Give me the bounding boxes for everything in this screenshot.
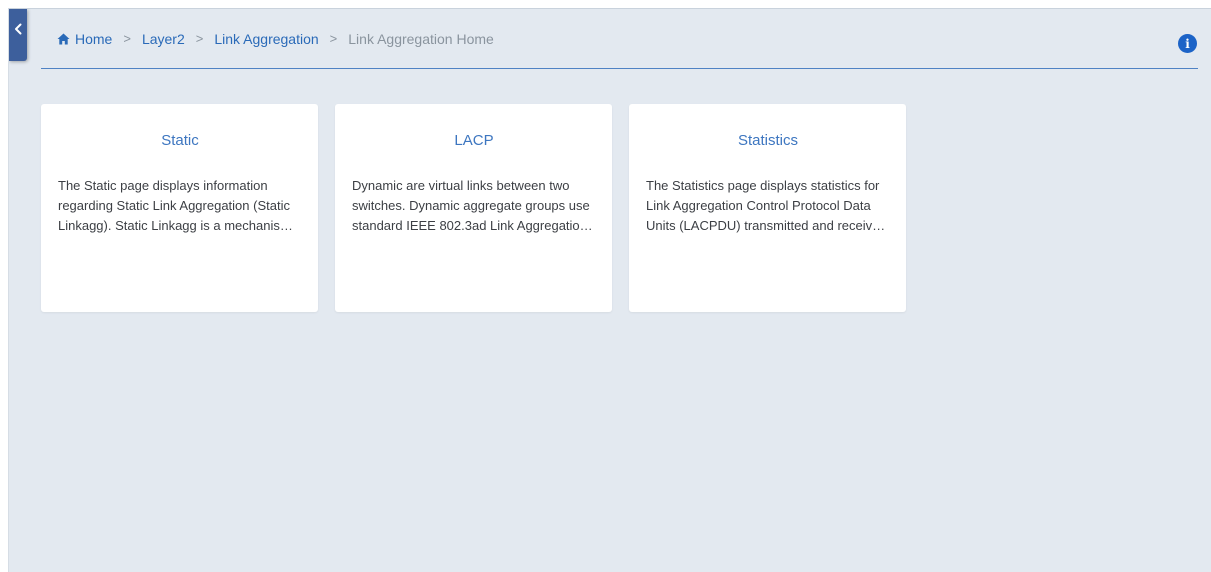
breadcrumb-separator: > bbox=[123, 31, 131, 46]
card-description: The Static page displays information reg… bbox=[58, 178, 291, 233]
card-title: Static bbox=[161, 132, 199, 149]
breadcrumb-item-home[interactable]: Home bbox=[75, 31, 112, 47]
card-grid: Static The Static page displays informat… bbox=[41, 104, 906, 312]
info-icon[interactable]: i bbox=[1178, 34, 1197, 53]
breadcrumb-item-layer2[interactable]: Layer2 bbox=[142, 31, 185, 47]
breadcrumb-bar: Home > Layer2 > Link Aggregation > Link … bbox=[41, 9, 1198, 69]
card-static[interactable]: Static The Static page displays informat… bbox=[41, 104, 318, 312]
breadcrumb-item-link-aggregation[interactable]: Link Aggregation bbox=[214, 31, 318, 47]
breadcrumb-separator: > bbox=[329, 31, 338, 46]
card-statistics[interactable]: Statistics The Statistics page displays … bbox=[629, 104, 906, 312]
sidebar-collapse-button[interactable] bbox=[9, 9, 27, 61]
info-glyph: i bbox=[1185, 36, 1190, 51]
breadcrumb-item-current: Link Aggregation Home bbox=[348, 30, 494, 47]
breadcrumb-separator: > bbox=[195, 31, 204, 46]
breadcrumb-home[interactable]: Home bbox=[57, 31, 112, 47]
card-title: LACP bbox=[454, 132, 494, 149]
card-title: Statistics bbox=[737, 132, 798, 149]
main-content: Home > Layer2 > Link Aggregation > Link … bbox=[8, 8, 1211, 572]
card-lacp[interactable]: LACP Dynamic are virtual links between t… bbox=[335, 104, 612, 312]
card-description: The Statistics page displays statistics … bbox=[646, 178, 887, 233]
breadcrumb: Home > Layer2 > Link Aggregation > Link … bbox=[57, 31, 494, 47]
chevron-left-icon bbox=[15, 23, 22, 35]
card-description: Dynamic are virtual links between two sw… bbox=[352, 178, 590, 233]
home-icon bbox=[57, 33, 70, 44]
